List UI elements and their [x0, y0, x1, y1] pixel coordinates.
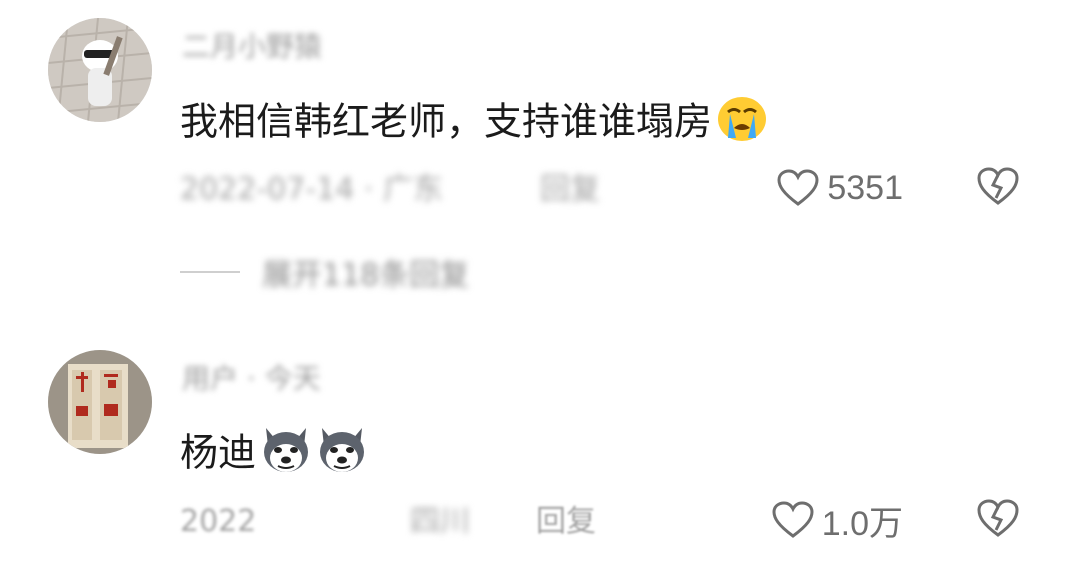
divider	[180, 271, 240, 273]
reply-button[interactable]: 回复	[540, 170, 600, 210]
comment-text-content: 杨迪	[180, 430, 257, 475]
like-button[interactable]: 5351	[777, 166, 903, 210]
avatar[interactable]	[48, 18, 152, 122]
comment-location: 四川	[410, 504, 470, 539]
username[interactable]: 用户 · 今天	[182, 362, 321, 396]
expand-replies-label: 展开118条回复	[262, 258, 470, 293]
comment-text-content: 我相信韩红老师，支持谁谁塌房	[180, 99, 713, 144]
comment-text: 我相信韩红老师，支持谁谁塌房	[180, 94, 768, 154]
avatar-photo	[48, 18, 152, 122]
expand-replies[interactable]: 展开118条回复	[180, 252, 470, 293]
like-count: 1.0万	[821, 504, 903, 543]
husky-dog-icon	[316, 424, 368, 486]
comment-text: 杨迪	[180, 424, 368, 486]
heart-icon	[777, 169, 819, 206]
dislike-button[interactable]	[976, 166, 1020, 210]
like-button[interactable]: 1.0万	[772, 498, 903, 543]
username[interactable]: 二月小野猿	[182, 30, 322, 64]
comment-date: 2022	[180, 504, 257, 539]
broken-heart-icon	[977, 167, 1019, 205]
heart-icon	[772, 501, 814, 538]
dislike-button[interactable]	[976, 498, 1020, 542]
avatar-photo	[48, 350, 152, 454]
husky-dog-icon	[260, 424, 312, 486]
reply-button[interactable]: 回复	[536, 502, 596, 542]
crying-face-icon	[716, 94, 768, 154]
broken-heart-icon	[977, 499, 1019, 537]
comment-meta: 2022-07-14 · 广东	[180, 172, 443, 207]
like-count: 5351	[827, 168, 903, 207]
avatar[interactable]	[48, 350, 152, 454]
